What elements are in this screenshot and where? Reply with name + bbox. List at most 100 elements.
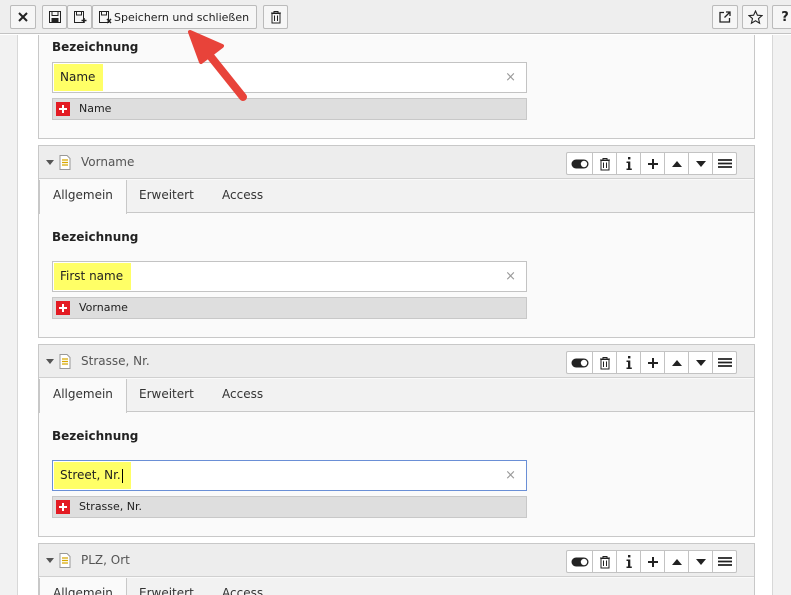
info-icon (626, 157, 632, 170)
drag-lines-icon (717, 358, 732, 367)
panel-header[interactable]: Vorname (39, 146, 754, 179)
save-icon (48, 11, 61, 23)
default-language-value: Vorname (52, 297, 527, 319)
panel-header[interactable]: PLZ, Ort (39, 544, 754, 577)
move-down-button[interactable] (688, 550, 713, 573)
bookmark-button[interactable] (742, 5, 768, 29)
input-value-text: Street, Nr. (60, 468, 121, 482)
tab-bar: Allgemein Erweitert Access (39, 180, 754, 214)
delete-button[interactable] (263, 5, 288, 29)
toggle-visibility-button[interactable] (566, 550, 593, 573)
panel-title: Vorname (81, 155, 135, 169)
label-input[interactable]: Name × (52, 62, 527, 93)
toggle-icon (571, 557, 588, 566)
collapse-caret-icon[interactable] (46, 359, 54, 364)
star-icon (747, 9, 763, 24)
left-gutter (0, 35, 18, 595)
save-and-close-button[interactable]: Speichern und schließen (92, 5, 257, 29)
field-label: Bezeichnung (52, 429, 139, 443)
triangle-up-icon (671, 359, 682, 366)
panel-title: PLZ, Ort (81, 553, 130, 567)
tab-erweitert[interactable]: Erweitert (126, 180, 207, 213)
default-language-value: Name (52, 98, 527, 120)
save-new-icon (73, 11, 86, 23)
tab-allgemein[interactable]: Allgemein (39, 180, 127, 214)
drag-lines-icon (717, 557, 732, 566)
save-new-button[interactable] (67, 5, 92, 29)
plus-icon (647, 357, 658, 368)
record-panel-vorname: Vorname Allgemein Erweitert Access Bezei… (38, 145, 755, 338)
record-panel-strasse: Strasse, Nr. Allgemein Erweitert Access … (38, 344, 755, 537)
clear-icon[interactable]: × (505, 70, 516, 85)
panel-header[interactable]: Strasse, Nr. (39, 345, 754, 378)
plus-icon (647, 556, 658, 567)
add-record-button[interactable] (640, 152, 665, 175)
label-input[interactable]: Street, Nr. × (52, 460, 527, 491)
external-link-icon (719, 11, 731, 23)
toggle-visibility-button[interactable] (566, 351, 593, 374)
trash-icon (270, 11, 281, 24)
info-button[interactable] (616, 550, 641, 573)
input-value: First name (54, 263, 132, 290)
info-button[interactable] (616, 351, 641, 374)
save-button[interactable] (42, 5, 67, 29)
toggle-icon (571, 159, 588, 168)
record-icon (59, 354, 71, 369)
document-toolbar: Speichern und schließen ? (0, 0, 791, 34)
move-up-button[interactable] (664, 152, 689, 175)
swiss-flag-icon (56, 102, 70, 116)
plus-icon (647, 158, 658, 169)
swiss-flag-icon (56, 301, 70, 315)
tab-allgemein[interactable]: Allgemein (39, 379, 127, 413)
help-icon: ? (781, 9, 789, 25)
input-value: Name (54, 64, 104, 91)
tab-access[interactable]: Access (209, 379, 276, 412)
move-up-button[interactable] (664, 550, 689, 573)
default-language-value: Strasse, Nr. (52, 496, 527, 518)
form-content: Bezeichnung Name × Name Vorname Allgemei… (0, 35, 791, 595)
input-value: Street, Nr. (54, 462, 131, 489)
help-button[interactable]: ? (772, 5, 791, 29)
save-close-icon (99, 11, 112, 24)
drag-handle[interactable] (712, 351, 737, 374)
toggle-visibility-button[interactable] (566, 152, 593, 175)
add-record-button[interactable] (640, 351, 665, 374)
info-icon (626, 555, 632, 568)
delete-record-button[interactable] (592, 152, 617, 175)
record-panel-name: Bezeichnung Name × Name (38, 35, 755, 139)
record-controls (566, 152, 737, 175)
collapse-caret-icon[interactable] (46, 160, 54, 165)
panel-title: Strasse, Nr. (81, 354, 150, 368)
tab-allgemein[interactable]: Allgemein (39, 578, 127, 595)
record-controls (566, 550, 737, 573)
text-cursor (121, 468, 123, 483)
info-button[interactable] (616, 152, 641, 175)
field-label: Bezeichnung (52, 40, 139, 54)
add-record-button[interactable] (640, 550, 665, 573)
open-new-window-button[interactable] (712, 5, 738, 29)
tab-access[interactable]: Access (209, 578, 276, 595)
default-language-text: Name (79, 102, 112, 115)
tab-access[interactable]: Access (209, 180, 276, 213)
record-controls (566, 351, 737, 374)
clear-icon[interactable]: × (505, 468, 516, 483)
collapse-caret-icon[interactable] (46, 558, 54, 563)
delete-record-button[interactable] (592, 550, 617, 573)
default-language-text: Vorname (79, 301, 128, 314)
triangle-up-icon (671, 160, 682, 167)
drag-handle[interactable] (712, 550, 737, 573)
triangle-up-icon (671, 558, 682, 565)
move-down-button[interactable] (688, 351, 713, 374)
tab-erweitert[interactable]: Erweitert (126, 379, 207, 412)
label-input[interactable]: First name × (52, 261, 527, 292)
close-button[interactable] (10, 5, 36, 29)
trash-icon (599, 356, 610, 369)
delete-record-button[interactable] (592, 351, 617, 374)
clear-icon[interactable]: × (505, 269, 516, 284)
default-language-text: Strasse, Nr. (79, 500, 143, 513)
move-down-button[interactable] (688, 152, 713, 175)
move-up-button[interactable] (664, 351, 689, 374)
tab-erweitert[interactable]: Erweitert (126, 578, 207, 595)
record-panel-plz: PLZ, Ort Allgemein Erweitert Access (38, 543, 755, 595)
drag-handle[interactable] (712, 152, 737, 175)
